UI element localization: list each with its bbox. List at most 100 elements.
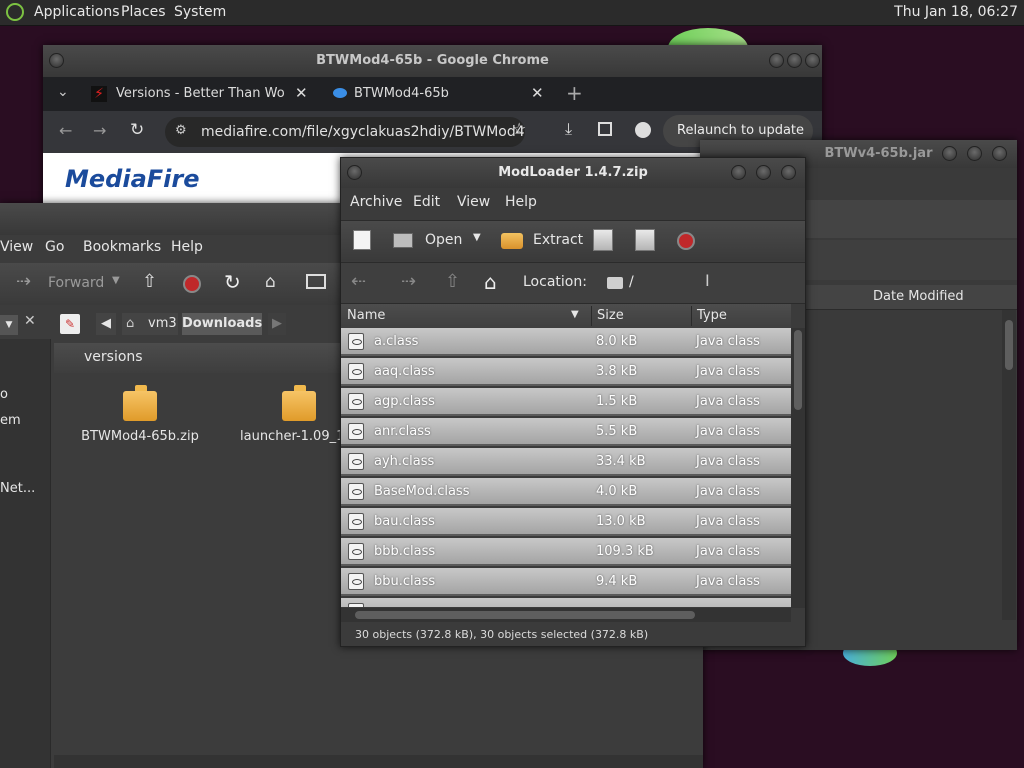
java-class-file-icon: [348, 363, 364, 380]
path-left-arrow-icon[interactable]: ◀: [96, 313, 116, 335]
add-files-icon[interactable]: [593, 229, 613, 251]
table-row[interactable]: bau.class 13.0 kB Java class: [341, 508, 791, 536]
path-dropdown-icon[interactable]: ▼: [0, 315, 18, 335]
computer-icon[interactable]: [306, 274, 326, 289]
close-button[interactable]: [805, 53, 820, 68]
table-row-partial[interactable]: [341, 598, 791, 607]
panel-menu-applications[interactable]: Applications: [34, 4, 120, 20]
table-row[interactable]: aaq.class 3.8 kB Java class: [341, 358, 791, 386]
tab-versions[interactable]: ⚡ Versions - Better Than Wolve ✕: [87, 77, 317, 111]
table-row[interactable]: anr.class 5.5 kB Java class: [341, 418, 791, 446]
tab-btwmod[interactable]: BTWMod4-65b ✕: [329, 77, 549, 111]
side-panel-icon[interactable]: [598, 122, 612, 136]
tab-search-chevron-down-icon[interactable]: ⌄: [57, 84, 69, 100]
home-icon[interactable]: ⌂: [265, 272, 276, 292]
file-item-btwmod-zip[interactable]: BTWMod4-65b.zip: [80, 385, 200, 444]
window-menu-button[interactable]: [49, 53, 64, 68]
sidebar-item[interactable]: o: [0, 387, 8, 402]
address-bar[interactable]: ⚙ mediafire.com/file/xgyclakuas2hdiy/BTW…: [165, 117, 525, 147]
location-value[interactable]: /: [629, 274, 634, 290]
new-tab-plus-icon[interactable]: +: [566, 81, 583, 105]
add-folder-icon[interactable]: [635, 229, 655, 251]
forward-arrow-icon[interactable]: ⇢: [401, 271, 416, 292]
mediafire-logo[interactable]: MediaFire: [65, 165, 200, 193]
table-row[interactable]: bbb.class 109.3 kB Java class: [341, 538, 791, 566]
stop-icon[interactable]: [183, 275, 201, 293]
minimize-button[interactable]: [769, 53, 784, 68]
table-row[interactable]: bbu.class 9.4 kB Java class: [341, 568, 791, 596]
breadcrumb-downloads[interactable]: Downloads: [182, 313, 262, 335]
fm-menu-help[interactable]: Help: [171, 239, 203, 255]
open-button[interactable]: Open: [425, 232, 462, 248]
cell-type: Java class: [696, 454, 760, 469]
address-text: mediafire.com/file/xgyclakuas2hdiy/BTWMo…: [201, 124, 525, 140]
window-menu-button[interactable]: [347, 165, 362, 180]
cell-size: 9.4 kB: [596, 574, 638, 589]
fm-menu-go[interactable]: Go: [45, 239, 64, 255]
tab-close-icon[interactable]: ✕: [295, 84, 308, 102]
table-row[interactable]: ayh.class 33.4 kB Java class: [341, 448, 791, 476]
bookmark-star-icon[interactable]: ☆: [512, 119, 526, 138]
table-row[interactable]: agp.class 1.5 kB Java class: [341, 388, 791, 416]
reload-icon[interactable]: ↻: [130, 120, 144, 140]
sidebar-item[interactable]: em: [0, 413, 21, 428]
forward-arrow-icon[interactable]: →: [93, 121, 106, 140]
column-type[interactable]: Type: [697, 308, 727, 323]
am-vertical-scrollbar[interactable]: [791, 328, 805, 608]
am-menu-edit[interactable]: Edit: [413, 194, 440, 210]
chrome-titlebar[interactable]: BTWMod4-65b - Google Chrome: [43, 45, 822, 77]
fm-menu-view[interactable]: View: [0, 239, 33, 255]
stop-icon[interactable]: [677, 232, 695, 250]
forward-dropdown-icon[interactable]: ▼: [112, 275, 120, 286]
bg-scrollbar[interactable]: [1002, 310, 1016, 620]
scroll-thumb[interactable]: [1005, 320, 1013, 370]
minimize-button[interactable]: [942, 146, 957, 161]
panel-menu-system[interactable]: System: [174, 4, 226, 20]
reload-icon[interactable]: ↻: [224, 270, 241, 294]
scroll-thumb[interactable]: [794, 330, 802, 410]
distro-logo-icon[interactable]: [6, 3, 24, 21]
am-menu-archive[interactable]: Archive: [350, 194, 402, 210]
site-info-icon[interactable]: ⚙: [175, 123, 187, 138]
new-archive-icon[interactable]: [353, 230, 371, 250]
sort-down-icon[interactable]: ▼: [571, 309, 579, 320]
profile-avatar-icon[interactable]: [635, 122, 651, 138]
home-icon[interactable]: ⌂: [484, 270, 497, 294]
column-name[interactable]: Name: [347, 308, 385, 323]
extract-button[interactable]: Extract: [533, 232, 583, 248]
java-class-file-icon: [348, 333, 364, 350]
download-icon[interactable]: ⤓: [565, 119, 572, 139]
scroll-thumb[interactable]: [355, 611, 695, 619]
up-arrow-icon[interactable]: ⇧: [142, 271, 157, 292]
minimize-button[interactable]: [731, 165, 746, 180]
am-horizontal-scrollbar[interactable]: [341, 608, 791, 622]
path-right-arrow-icon[interactable]: ▶: [268, 313, 286, 335]
maximize-button[interactable]: [756, 165, 771, 180]
am-menu-view[interactable]: View: [457, 194, 490, 210]
table-row[interactable]: BaseMod.class 4.0 kB Java class: [341, 478, 791, 506]
back-arrow-icon[interactable]: ⇠: [351, 271, 366, 292]
java-class-file-icon: [348, 603, 364, 607]
table-row[interactable]: a.class 8.0 kB Java class: [341, 328, 791, 356]
column-size[interactable]: Size: [597, 308, 624, 323]
close-button[interactable]: [781, 165, 796, 180]
panel-clock[interactable]: Thu Jan 18, 06:27: [894, 4, 1018, 20]
fm-menu-bookmarks[interactable]: Bookmarks: [83, 239, 161, 255]
file-item-launcher[interactable]: launcher-1.09_1(: [236, 385, 346, 444]
back-arrow-icon[interactable]: ←: [59, 121, 72, 140]
am-menu-help[interactable]: Help: [505, 194, 537, 210]
maximize-button[interactable]: [787, 53, 802, 68]
extract-icon[interactable]: [501, 233, 523, 249]
close-location-icon[interactable]: ✕: [24, 313, 36, 329]
panel-menu-places[interactable]: Places: [121, 4, 166, 20]
forward-button[interactable]: Forward: [48, 275, 104, 291]
maximize-button[interactable]: [967, 146, 982, 161]
edit-location-icon[interactable]: ✎: [60, 314, 80, 334]
open-dropdown-icon[interactable]: ▼: [473, 232, 481, 243]
tab-close-icon[interactable]: ✕: [531, 84, 544, 102]
up-arrow-icon[interactable]: ⇧: [445, 271, 460, 292]
open-icon[interactable]: [393, 233, 413, 248]
close-button[interactable]: [992, 146, 1007, 161]
forward-arrow-icon[interactable]: ⇢: [16, 271, 31, 292]
sidebar-item[interactable]: Net...: [0, 481, 35, 496]
